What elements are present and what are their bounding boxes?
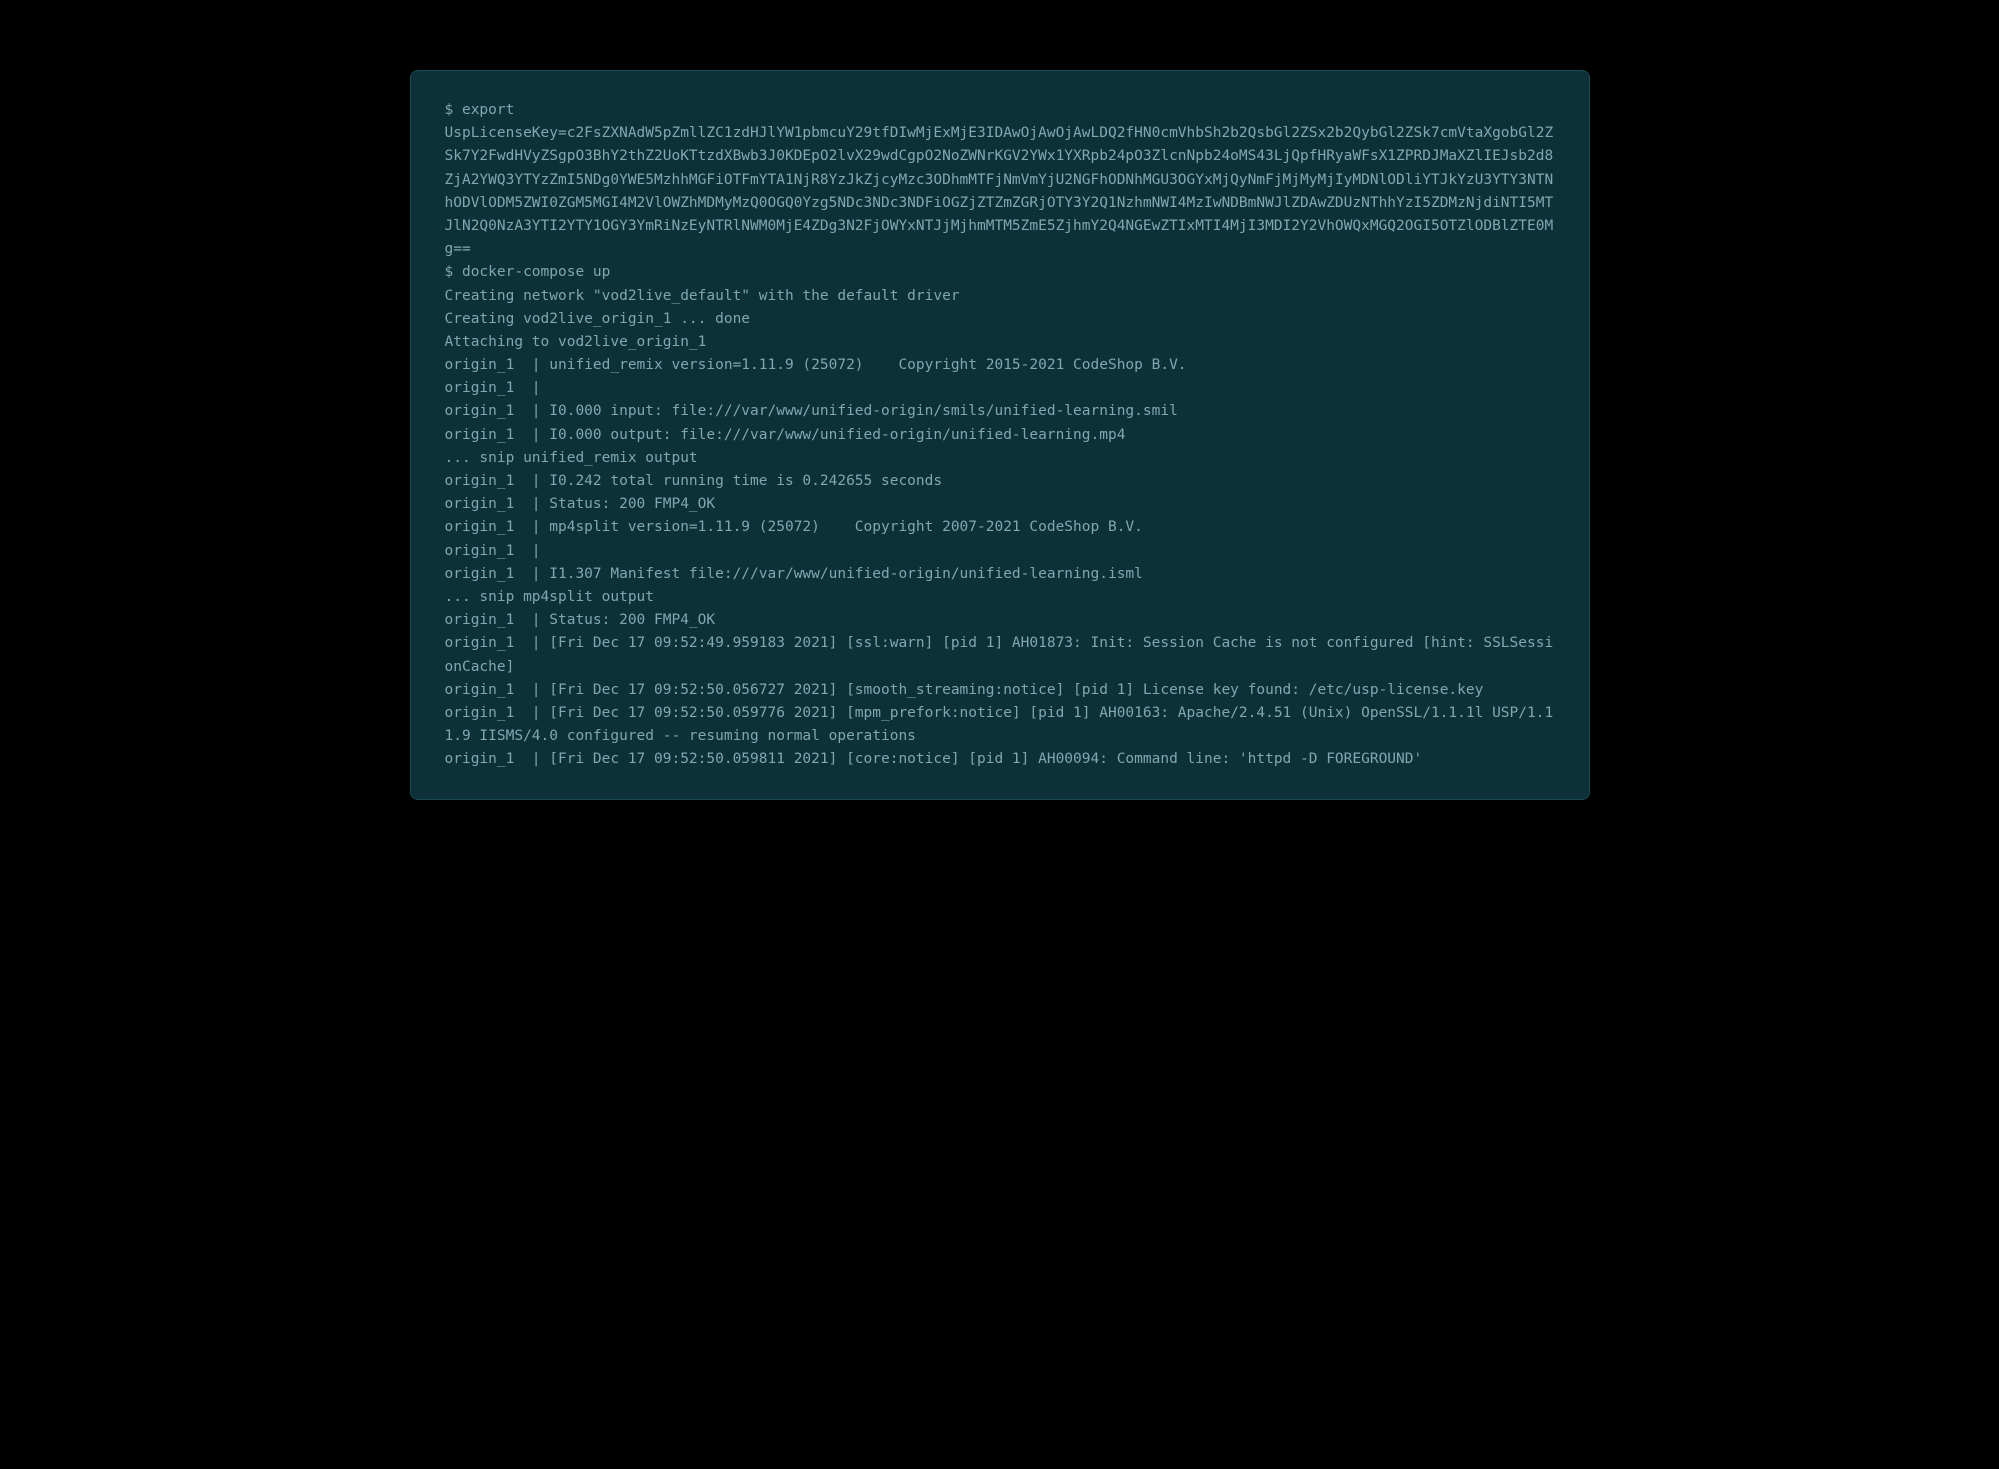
terminal-line: Attaching to vod2live_origin_1 bbox=[445, 331, 1555, 354]
terminal-line: origin_1 | [Fri Dec 17 09:52:50.059776 2… bbox=[445, 702, 1555, 748]
terminal-line: origin_1 | Status: 200 FMP4_OK bbox=[445, 609, 1555, 632]
terminal-window[interactable]: $ exportUspLicenseKey=c2FsZXNAdW5pZmllZC… bbox=[410, 70, 1590, 800]
terminal-line: origin_1 | bbox=[445, 377, 1555, 400]
terminal-line: origin_1 | [Fri Dec 17 09:52:49.959183 2… bbox=[445, 632, 1555, 678]
terminal-line: origin_1 | Status: 200 FMP4_OK bbox=[445, 493, 1555, 516]
terminal-line: origin_1 | I0.242 total running time is … bbox=[445, 470, 1555, 493]
terminal-line: origin_1 | I0.000 input: file:///var/www… bbox=[445, 400, 1555, 423]
terminal-line: UspLicenseKey=c2FsZXNAdW5pZmllZC1zdHJlYW… bbox=[445, 122, 1555, 261]
terminal-line: ... snip unified_remix output bbox=[445, 447, 1555, 470]
terminal-line: origin_1 | unified_remix version=1.11.9 … bbox=[445, 354, 1555, 377]
terminal-line: ... snip mp4split output bbox=[445, 586, 1555, 609]
terminal-line: origin_1 | [Fri Dec 17 09:52:50.056727 2… bbox=[445, 679, 1555, 702]
terminal-line: $ docker-compose up bbox=[445, 261, 1555, 284]
terminal-line: origin_1 | mp4split version=1.11.9 (2507… bbox=[445, 516, 1555, 539]
terminal-line: origin_1 | [Fri Dec 17 09:52:50.059811 2… bbox=[445, 748, 1555, 771]
terminal-line: Creating vod2live_origin_1 ... done bbox=[445, 308, 1555, 331]
terminal-line: origin_1 | I0.000 output: file:///var/ww… bbox=[445, 424, 1555, 447]
terminal-line: Creating network "vod2live_default" with… bbox=[445, 285, 1555, 308]
terminal-line: $ export bbox=[445, 99, 1555, 122]
terminal-output: $ exportUspLicenseKey=c2FsZXNAdW5pZmllZC… bbox=[445, 99, 1555, 771]
terminal-line: origin_1 | bbox=[445, 540, 1555, 563]
terminal-line: origin_1 | I1.307 Manifest file:///var/w… bbox=[445, 563, 1555, 586]
